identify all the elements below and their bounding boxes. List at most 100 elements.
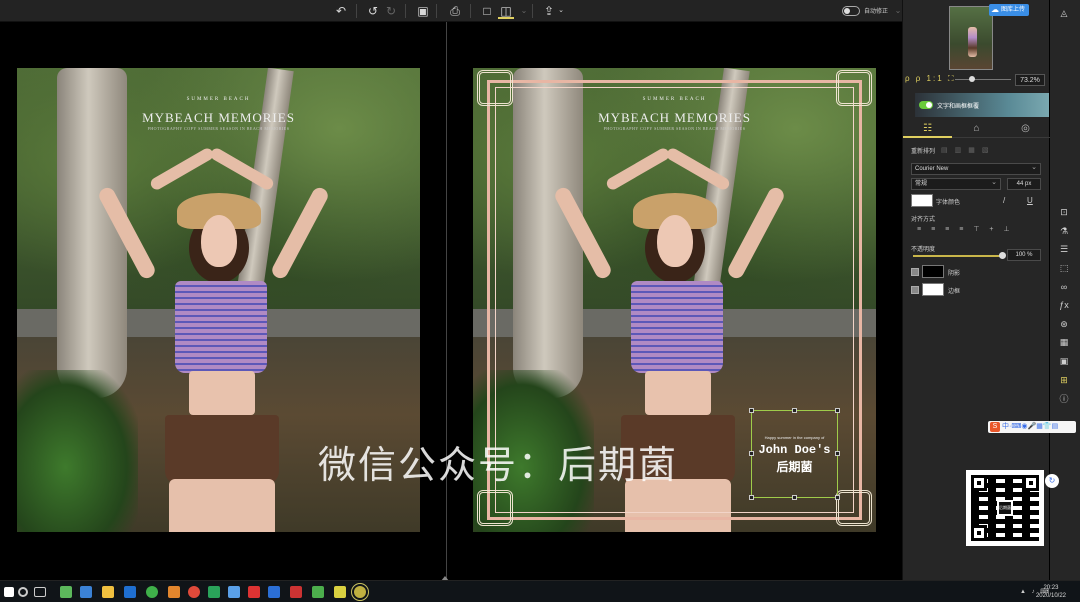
- app-icon-explorer[interactable]: [102, 586, 114, 598]
- crop-icon[interactable]: ⊡: [1056, 205, 1072, 219]
- selected-text-block[interactable]: Happy summer in the company of John Doe'…: [749, 408, 840, 500]
- app-icon-office[interactable]: [168, 586, 180, 598]
- app-icon-netease[interactable]: [290, 586, 302, 598]
- opacity-value-field[interactable]: 100 %: [1007, 249, 1041, 261]
- text-tool-icon[interactable]: ⊞: [1056, 373, 1072, 387]
- compare-divider[interactable]: [446, 22, 447, 580]
- text-color-swatch[interactable]: [911, 194, 933, 207]
- share-dropdown-icon[interactable]: ⌄: [553, 3, 569, 19]
- toolbar-separator: [470, 4, 471, 18]
- photo-overlay-title: MYBEACH MEMORIES: [142, 110, 295, 125]
- ime-icons: 中·⌨◉🎤▦👕▤: [1002, 423, 1059, 430]
- feature-banner[interactable]: 文字和画框框覆: [915, 93, 1049, 117]
- photo-overlay-sub: PHOTOGRAPHY COPY SUMMER SEASON IN BEACH …: [147, 126, 290, 131]
- align-label: 对齐方式: [911, 217, 936, 223]
- frame-corner-ornament: [836, 70, 872, 106]
- text-block-name: John Doe's: [758, 443, 831, 457]
- redo-icon[interactable]: ↻: [383, 3, 399, 19]
- app-icon-qq[interactable]: [80, 586, 92, 598]
- zoom-value-field[interactable]: 73.2%: [1015, 74, 1045, 86]
- ime-toolbar[interactable]: S 中·⌨◉🎤▦👕▤: [988, 421, 1076, 433]
- banner-toggle[interactable]: [919, 101, 933, 109]
- app-icon-editor[interactable]: [334, 586, 346, 598]
- save-icon[interactable]: ▣: [415, 3, 431, 19]
- toolbar-separator: [532, 4, 533, 18]
- navigator-thumbnail[interactable]: [949, 6, 993, 70]
- undo-icon[interactable]: ↺: [365, 3, 381, 19]
- print-icon[interactable]: ⎙: [447, 3, 463, 19]
- resize-handle[interactable]: [835, 408, 840, 413]
- layers-icon[interactable]: ⊛: [1056, 317, 1072, 331]
- tab-effects[interactable]: ◎: [1001, 120, 1050, 138]
- app-icon-chrome[interactable]: [188, 586, 200, 598]
- resize-handle[interactable]: [835, 495, 840, 500]
- selection-icon[interactable]: ⬚: [1056, 261, 1072, 275]
- adjust-icon[interactable]: ⚗: [1056, 224, 1072, 238]
- zoom-slider-track[interactable]: [955, 79, 1011, 80]
- app-icon-360[interactable]: [146, 586, 158, 598]
- opacity-slider-track[interactable]: [913, 255, 1001, 257]
- app-icon-security[interactable]: [312, 586, 324, 598]
- app-icon-browser[interactable]: [124, 586, 136, 598]
- wechat-watermark: 微信公众号：后期菌: [318, 445, 679, 487]
- qr-refresh-icon[interactable]: ↻: [1045, 474, 1059, 488]
- frame-corner-ornament: [836, 490, 872, 526]
- app-icon-wechat[interactable]: [60, 586, 72, 598]
- zoom-row: ρ ρ 1:1 ⛶ 73.2%: [905, 74, 1049, 86]
- app-icon-player[interactable]: [208, 586, 220, 598]
- taskbar-clock[interactable]: 20:23 2020/10/22: [1036, 584, 1066, 600]
- shadow-label: 阴影: [948, 271, 961, 277]
- auto-correct-toggle[interactable]: [842, 6, 860, 16]
- opacity-slider-knob[interactable]: [999, 252, 1006, 259]
- photo-overlay-small: SUMMER BEACH: [186, 97, 251, 102]
- compare-view-icon[interactable]: ◫: [498, 3, 514, 19]
- shadow-color-swatch[interactable]: [922, 265, 944, 278]
- zoom-preset-icons[interactable]: ρ ρ 1:1 ⛶: [905, 74, 956, 84]
- tab-text-settings[interactable]: ☷: [903, 120, 952, 138]
- italic-button[interactable]: /: [1003, 196, 1005, 205]
- search-icon[interactable]: [18, 587, 28, 597]
- clock-time: 20:23: [1043, 585, 1059, 591]
- model-midriff: [189, 371, 255, 415]
- info-icon[interactable]: ⓘ: [1056, 392, 1072, 406]
- alignment-buttons[interactable]: ≡≡≡≡⊤+⊥: [917, 225, 1020, 233]
- app-icon-photoshop[interactable]: [268, 586, 280, 598]
- healing-icon[interactable]: ∞: [1056, 280, 1072, 294]
- app-icon-photo-editor[interactable]: [351, 583, 369, 601]
- layer-order-icons[interactable]: ▤▥▦▧: [941, 146, 995, 154]
- resize-handle[interactable]: [792, 408, 797, 413]
- model-right-arm: [269, 185, 331, 281]
- texture-icon[interactable]: ▦: [1056, 335, 1072, 349]
- undo-history-icon[interactable]: ↶: [333, 3, 349, 19]
- auto-correct-label: 自动修正: [864, 9, 889, 15]
- start-icon[interactable]: [4, 587, 14, 597]
- view-dropdown-icon[interactable]: ⌄: [516, 3, 532, 19]
- effects-icon[interactable]: ƒx: [1056, 298, 1072, 312]
- task-view-icon[interactable]: [34, 587, 46, 597]
- resize-handle[interactable]: [749, 408, 754, 413]
- single-view-icon[interactable]: □: [479, 3, 495, 19]
- clock-date: 2020/10/22: [1035, 593, 1066, 599]
- reorder-label: 重新排列: [911, 149, 936, 155]
- border-checkbox[interactable]: [911, 286, 919, 294]
- resize-handle[interactable]: [749, 495, 754, 500]
- app-icon-store[interactable]: [228, 586, 240, 598]
- underline-button[interactable]: U: [1027, 196, 1033, 205]
- app-icon-weibo[interactable]: [248, 586, 260, 598]
- tab-frame[interactable]: ⌂: [952, 120, 1001, 138]
- ime-logo-icon: S: [990, 422, 1000, 432]
- resize-handle[interactable]: [792, 495, 797, 500]
- border-color-swatch[interactable]: [922, 283, 944, 296]
- frame-icon[interactable]: ▣: [1056, 354, 1072, 368]
- sliders-icon[interactable]: ☰: [1056, 242, 1072, 256]
- banner-text: 文字和画框框覆: [937, 104, 980, 110]
- zoom-slider-knob[interactable]: [969, 76, 975, 82]
- font-family-select[interactable]: Courier New: [911, 162, 1041, 175]
- model-left-forearm: [148, 146, 216, 192]
- wechat-qr-code: 后期菌: [966, 470, 1044, 546]
- font-style-select[interactable]: 常规: [911, 177, 1001, 190]
- shadow-checkbox[interactable]: [911, 268, 919, 276]
- cloud-upload-button[interactable]: 图库上传: [989, 4, 1029, 16]
- histogram-icon[interactable]: ◬: [1056, 6, 1072, 20]
- font-size-field[interactable]: 44 px: [1007, 178, 1041, 190]
